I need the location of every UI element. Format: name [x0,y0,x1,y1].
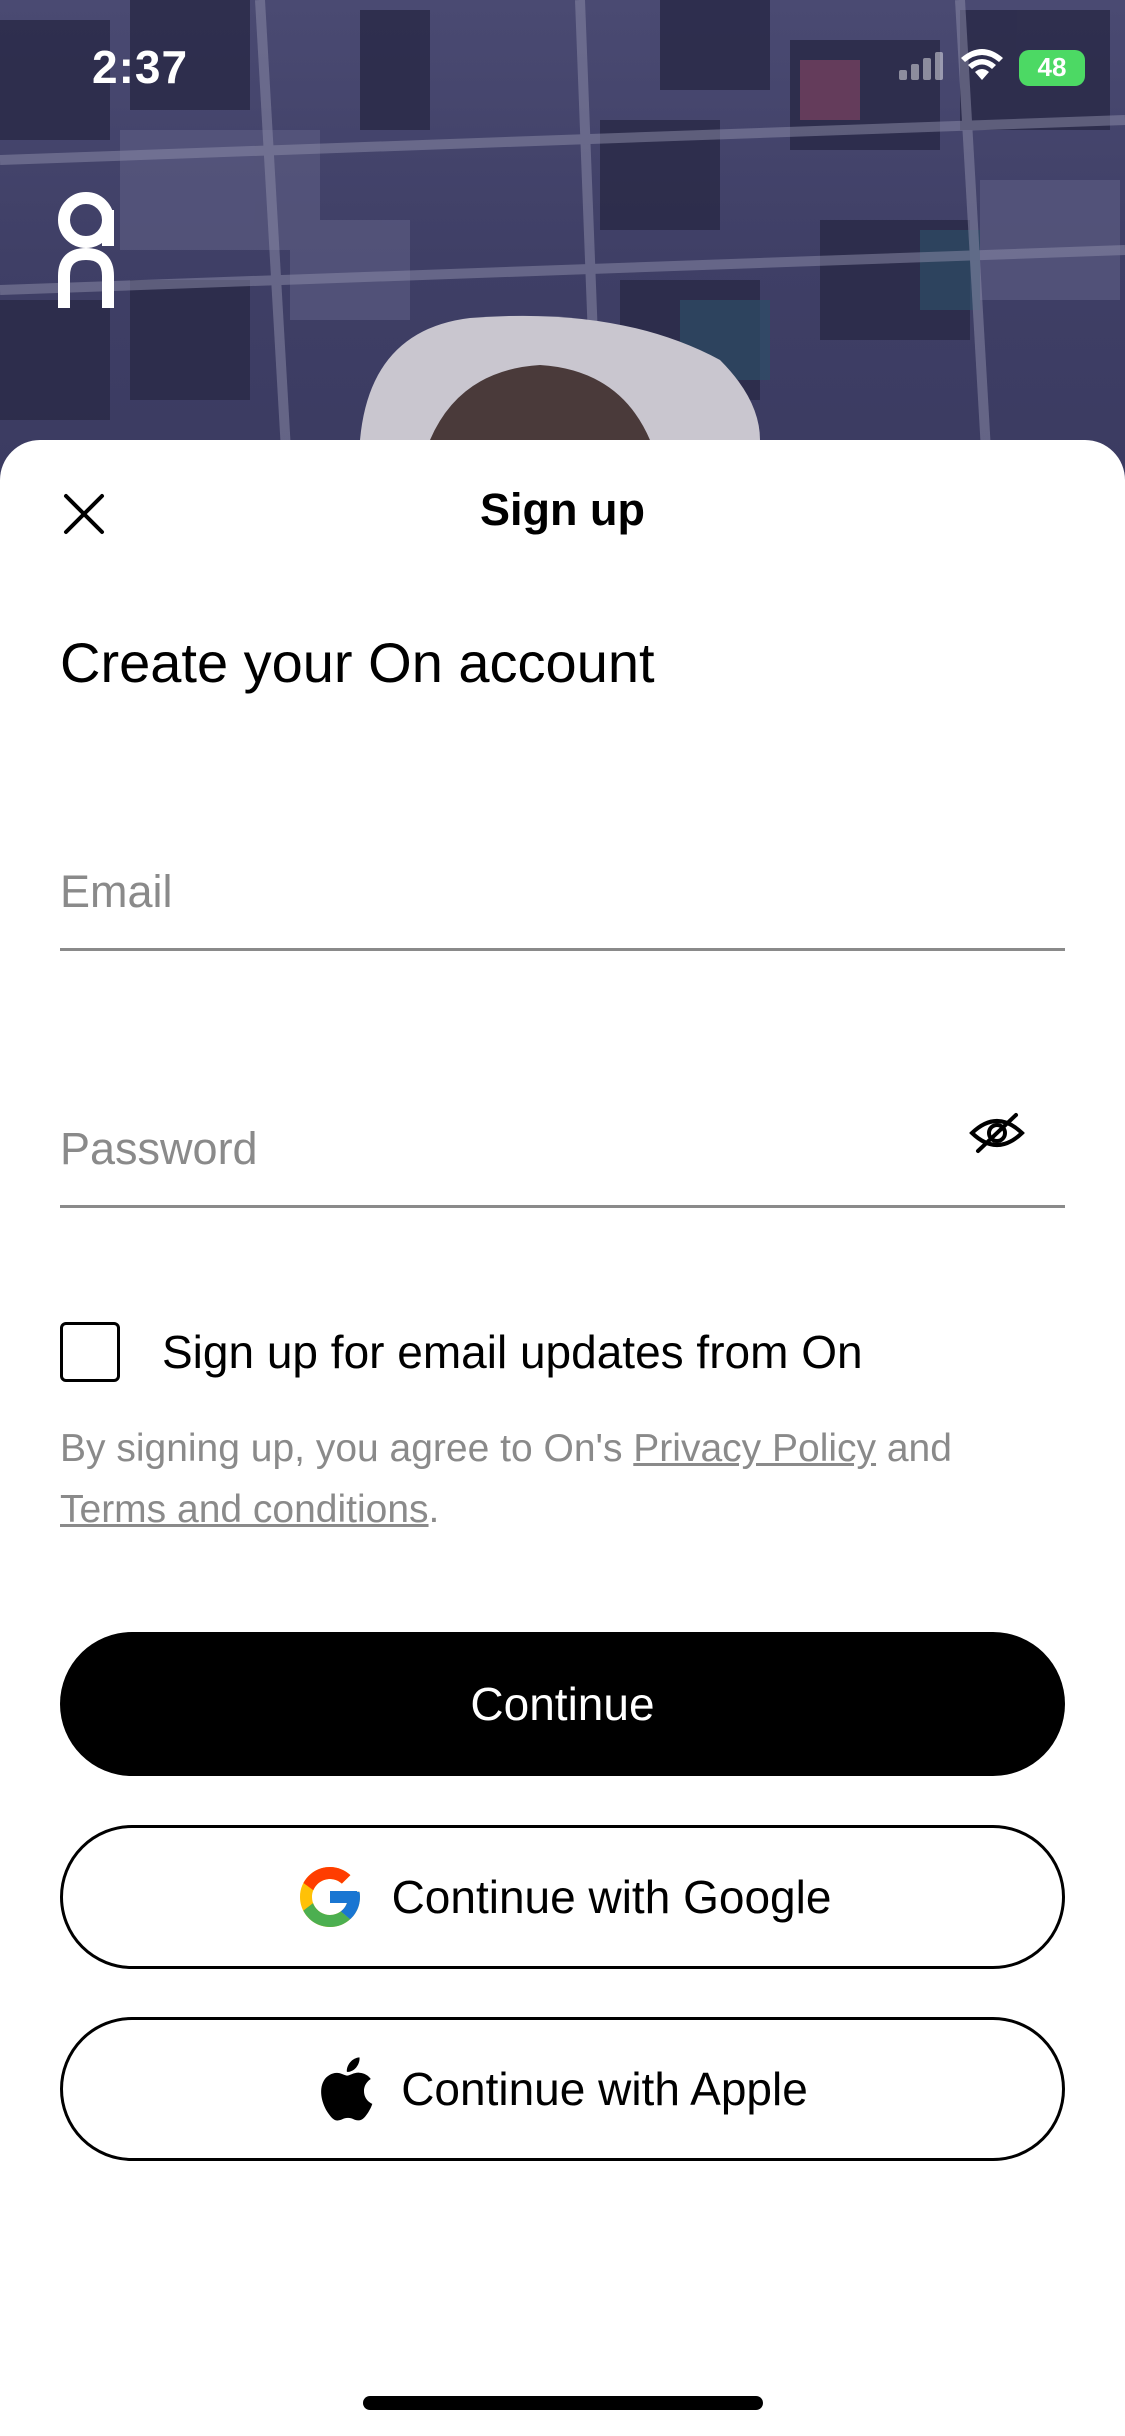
signal-icon [899,50,945,85]
google-button-label: Continue with Google [391,1871,832,1923]
signup-sheet: Sign up Create your On account Sign up f… [0,440,1125,2436]
google-icon [294,1861,366,1933]
privacy-policy-link[interactable]: Privacy Policy [633,1427,876,1470]
password-field-container [60,1085,1065,1208]
google-signin-button[interactable]: Continue with Google [60,1825,1065,1969]
terms-link[interactable]: Terms and conditions [60,1488,429,1531]
apple-icon [317,2057,375,2121]
battery-level: 48 [1019,49,1085,86]
legal-suffix: . [428,1488,440,1531]
battery-indicator: 48 [1019,49,1085,86]
sheet-title: Sign up [480,484,645,535]
continue-button-label: Continue [470,1678,655,1730]
email-field-container [60,828,1065,951]
legal-text: By signing up, you agree to On's Privacy… [60,1418,1060,1540]
eye-off-icon [969,1113,1025,1153]
legal-middle: and [876,1427,952,1470]
apple-signin-button[interactable]: Continue with Apple [60,2017,1065,2161]
legal-prefix: By signing up, you agree to On's [60,1427,634,1470]
status-time: 2:37 [92,41,189,93]
newsletter-label: Sign up for email updates from On [162,1326,863,1378]
status-bar: 2:37 48 [0,0,1125,140]
password-field[interactable] [60,1123,940,1175]
on-logo [56,190,120,315]
home-indicator[interactable] [363,2396,763,2410]
newsletter-row: Sign up for email updates from On [60,1322,863,1382]
password-visibility-toggle[interactable] [967,1103,1027,1163]
newsletter-checkbox[interactable] [60,1322,120,1382]
continue-button[interactable]: Continue [60,1632,1065,1776]
status-icons: 48 [899,48,1085,87]
page-heading: Create your On account [60,631,655,694]
email-field[interactable] [60,866,940,918]
apple-button-label: Continue with Apple [401,2063,808,2115]
signup-screen: 2:37 48 Sign up Create your On account E… [0,0,1125,2436]
wifi-icon [959,48,1005,87]
